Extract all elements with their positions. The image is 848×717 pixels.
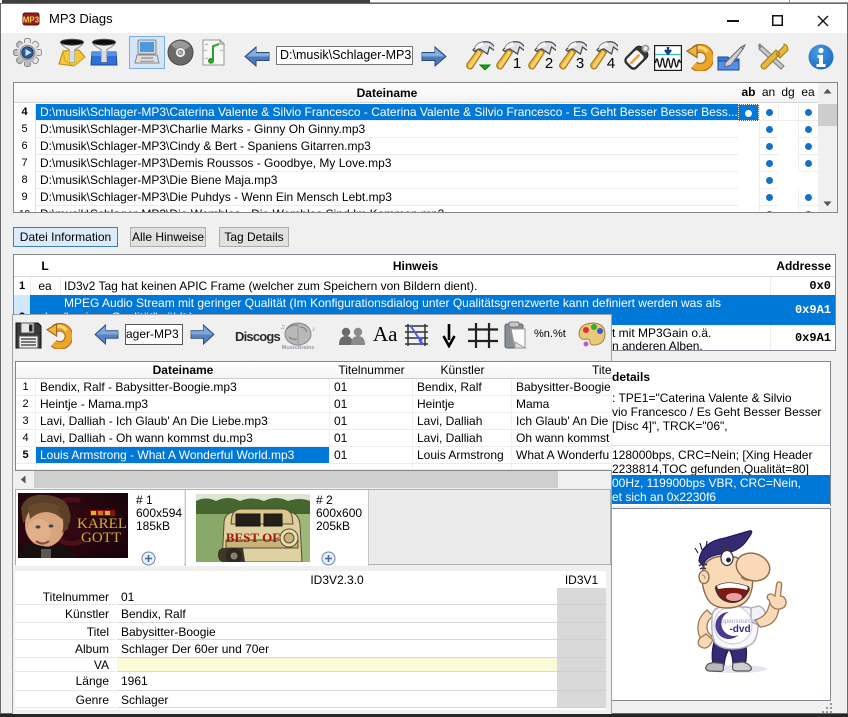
svg-text:♪: ♪	[312, 326, 316, 333]
svg-text:MP3: MP3	[23, 16, 40, 25]
svg-text:MusicBrainz: MusicBrainz	[282, 345, 315, 351]
svg-text:2: 2	[545, 55, 553, 70]
svg-text:♫: ♫	[280, 324, 285, 331]
svg-text:BEST OF: BEST OF	[226, 530, 280, 545]
svg-text:3: 3	[576, 55, 584, 70]
svg-text:1: 1	[513, 55, 521, 70]
svg-text:4: 4	[607, 55, 615, 70]
svg-text:-dvd: -dvd	[729, 624, 750, 635]
svg-text:GOTT: GOTT	[81, 530, 121, 546]
